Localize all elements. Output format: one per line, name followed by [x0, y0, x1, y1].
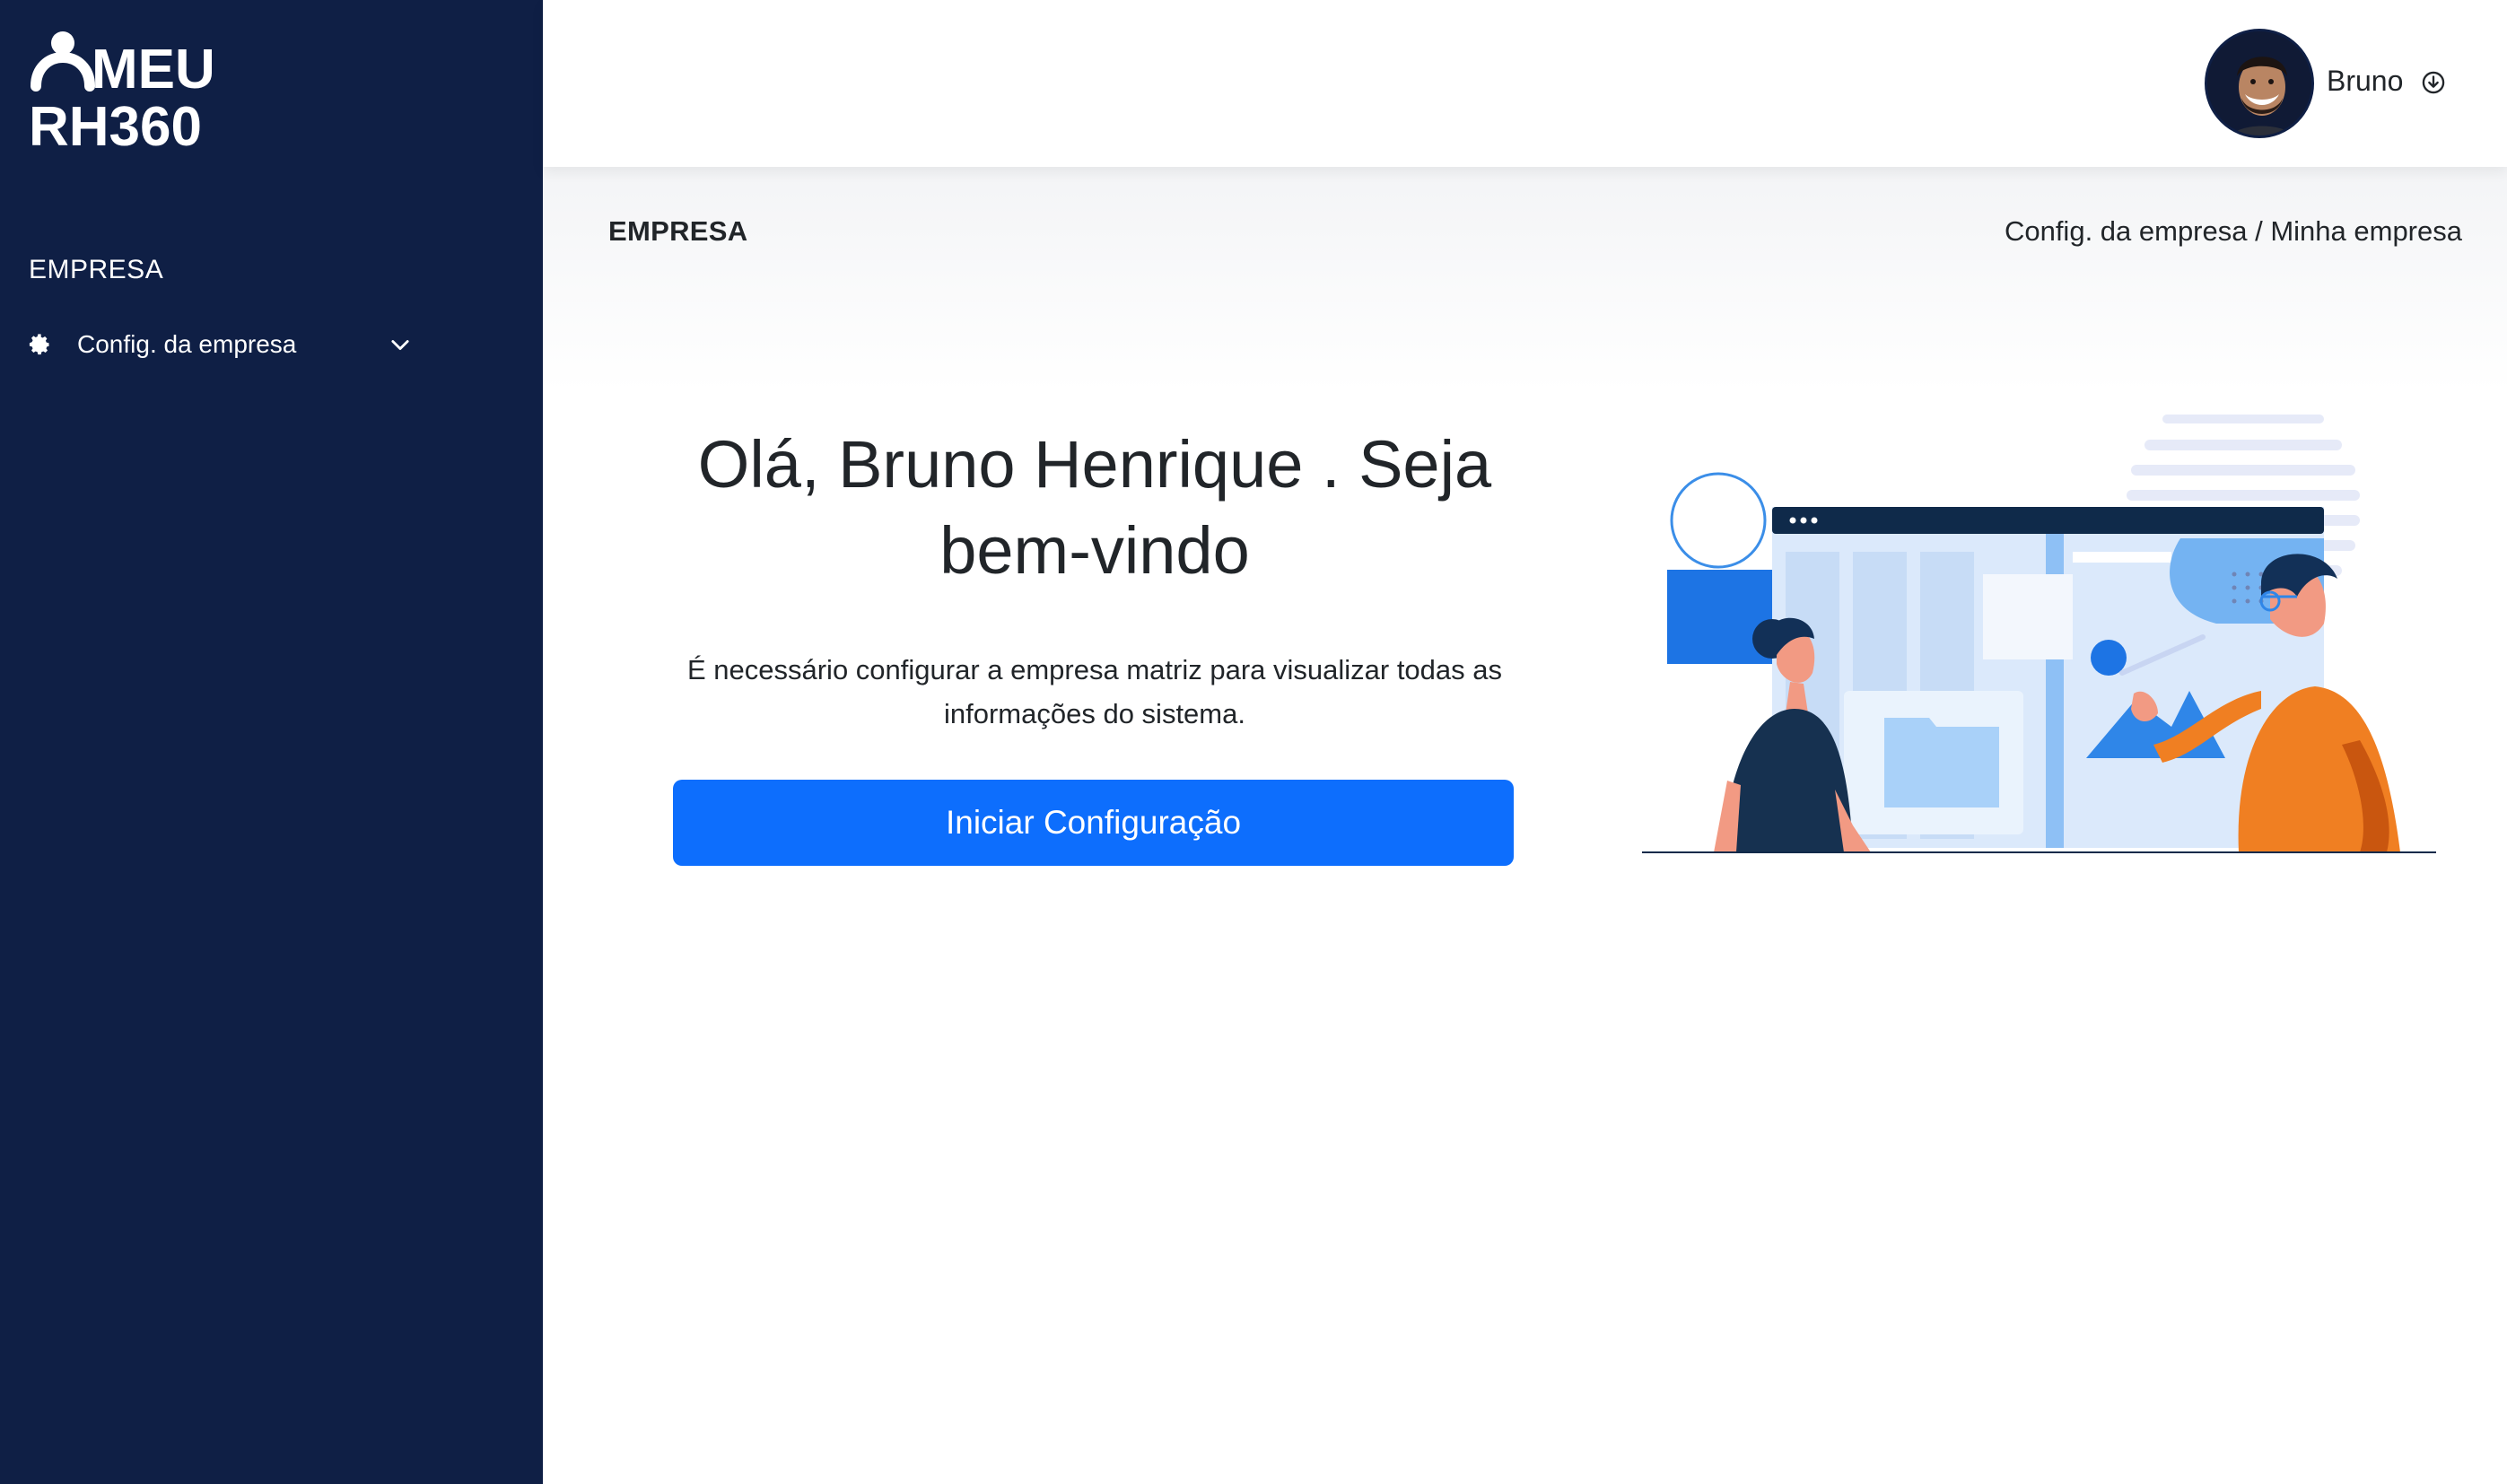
brand-logo[interactable]: MEU RH360 — [27, 27, 233, 153]
sidebar-section-title: EMPRESA — [29, 255, 164, 284]
avatar-photo — [2207, 31, 2311, 135]
app-root: MEU RH360 EMPRESA Config. da empresa Bru… — [0, 0, 2507, 1484]
content-header: EMPRESA Config. da empresa / Minha empre… — [543, 167, 2507, 391]
svg-text:RH360: RH360 — [29, 96, 202, 153]
gear-icon — [29, 334, 50, 355]
welcome-illustration — [1642, 415, 2436, 853]
topbar: Bruno — [543, 0, 2507, 167]
user-name[interactable]: Bruno — [2327, 65, 2403, 98]
welcome-title: Olá, Bruno Henrique . Seja bem-vindo — [697, 427, 1492, 588]
chevron-down-icon — [391, 340, 409, 351]
circle-arrow-down-icon[interactable] — [2421, 70, 2446, 95]
svg-text:MEU: MEU — [92, 39, 215, 100]
start-configuration-button[interactable]: Iniciar Configuração — [673, 780, 1514, 866]
breadcrumb: Config. da empresa / Minha empresa — [2004, 215, 2462, 247]
sidebar-item-label: Config. da empresa — [77, 330, 297, 358]
sidebar-item-config-empresa[interactable]: Config. da empresa — [27, 323, 413, 366]
avatar[interactable] — [2205, 29, 2314, 138]
sidebar: MEU RH360 EMPRESA Config. da empresa — [0, 0, 543, 1484]
welcome-message: É necessário configurar a empresa matriz… — [686, 654, 1503, 729]
page-title: EMPRESA — [608, 215, 748, 247]
